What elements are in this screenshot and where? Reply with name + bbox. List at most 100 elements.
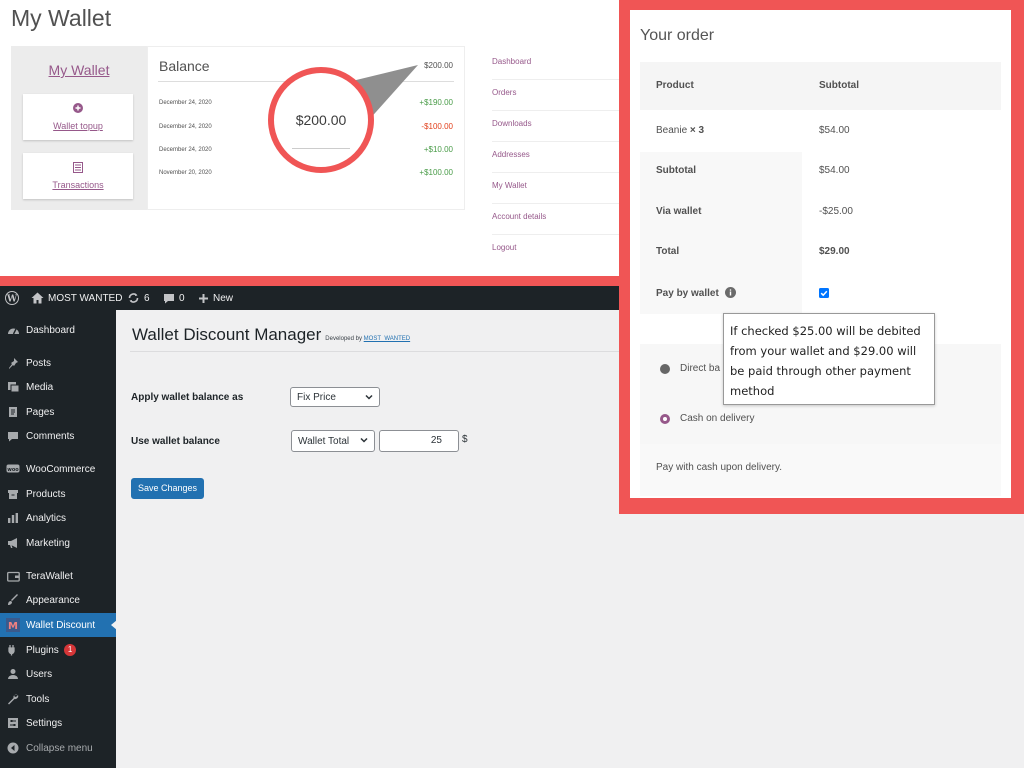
m-logo-icon: M <box>6 618 20 632</box>
menu-comments[interactable]: Comments <box>0 424 116 448</box>
menu-label: Marketing <box>26 537 70 549</box>
pay-by-wallet-row: Pay by wallet <box>640 274 1001 314</box>
home-icon <box>31 292 44 304</box>
menu-wallet-discount[interactable]: M Wallet Discount <box>0 613 117 637</box>
pay-by-wallet-checkbox[interactable] <box>819 288 829 298</box>
menu-marketing[interactable]: Marketing <box>0 531 116 555</box>
apply-balance-label: Apply wallet balance as <box>131 392 244 403</box>
nav-label: Orders <box>492 88 517 97</box>
direct-bank-label[interactable]: Direct ba <box>680 363 720 374</box>
order-item-label: Beanie × 3 <box>656 125 704 136</box>
via-wallet-value: -$25.00 <box>819 206 853 217</box>
admin-menu: Dashboard Posts Media Pages Comments woo… <box>0 310 117 768</box>
menu-label: Tools <box>26 693 50 705</box>
menu-analytics[interactable]: Analytics <box>0 506 116 530</box>
menu-label: Media <box>26 381 54 393</box>
nav-logout[interactable]: Logout <box>492 234 620 265</box>
menu-pages[interactable]: Pages <box>0 400 116 424</box>
use-balance-label: Use wallet balance <box>131 436 220 447</box>
use-balance-value: Wallet Total <box>298 435 350 447</box>
analytics-icon <box>6 511 20 525</box>
svg-text:woo: woo <box>7 467 19 473</box>
updates-link[interactable]: 6 <box>127 286 150 310</box>
menu-plugins[interactable]: Plugins 1 <box>0 638 116 662</box>
svg-text:W: W <box>6 295 18 305</box>
settings-page-title: Wallet Discount Manager Developed by MOST… <box>132 325 410 345</box>
site-name-link[interactable]: MOST WANTED <box>31 286 122 310</box>
wallet-tooltip: If checked $25.00 will be debited from y… <box>723 313 935 405</box>
nav-addresses[interactable]: Addresses <box>492 141 620 173</box>
nav-dashboard[interactable]: Dashboard <box>492 48 620 80</box>
your-order-panel: Your order Product Subtotal Beanie × 3 $… <box>630 10 1011 498</box>
dashboard-icon <box>6 323 20 337</box>
pay-by-wallet-label: Pay by wallet <box>656 287 736 299</box>
menu-terawallet[interactable]: TeraWallet <box>0 564 116 588</box>
menu-appearance[interactable]: Appearance <box>0 588 116 612</box>
menu-collapse[interactable]: Collapse menu <box>0 736 116 760</box>
menu-settings[interactable]: Settings <box>0 711 116 735</box>
menu-woocommerce[interactable]: woo WooCommerce <box>0 457 116 481</box>
menu-media[interactable]: Media <box>0 375 116 399</box>
collapse-icon <box>6 741 20 755</box>
menu-products[interactable]: Products <box>0 482 116 506</box>
apply-balance-value: Fix Price <box>297 391 336 403</box>
subtotal-value: $54.00 <box>819 165 850 176</box>
nav-label: My Wallet <box>492 181 527 190</box>
nav-orders[interactable]: Orders <box>492 79 620 111</box>
cod-radio[interactable] <box>660 414 670 424</box>
menu-dashboard[interactable]: Dashboard <box>0 318 116 342</box>
use-balance-select[interactable]: Wallet Total <box>291 430 375 452</box>
order-item-row: Beanie × 3 $54.00 <box>640 112 1001 152</box>
nav-downloads[interactable]: Downloads <box>492 110 620 142</box>
plus-icon <box>198 293 209 304</box>
comments-count: 0 <box>179 292 185 304</box>
subtotal-row: Subtotal $54.00 <box>640 152 1001 192</box>
divider <box>292 148 350 149</box>
menu-users[interactable]: Users <box>0 662 116 686</box>
menu-label: Users <box>26 668 53 680</box>
woo-icon: woo <box>6 462 20 476</box>
nav-my-wallet[interactable]: My Wallet <box>492 172 620 204</box>
total-label: Total <box>656 246 680 257</box>
order-table-header: Product Subtotal <box>640 62 1001 110</box>
nav-account-details[interactable]: Account details <box>492 203 620 235</box>
info-icon[interactable] <box>724 287 736 298</box>
menu-tools[interactable]: Tools <box>0 687 116 711</box>
new-content-link[interactable]: New <box>198 286 233 310</box>
highlight-frame <box>0 276 624 286</box>
apply-balance-select[interactable]: Fix Price <box>290 387 380 407</box>
nav-label: Dashboard <box>492 57 532 66</box>
pay-by-wallet-text: Pay by wallet <box>656 288 719 299</box>
direct-bank-radio[interactable] <box>660 364 670 374</box>
subtotal-label: Subtotal <box>656 165 696 176</box>
developer-credit: Developed by MOST_WANTED <box>325 336 410 342</box>
menu-label: WooCommerce <box>26 463 96 475</box>
nav-label: Addresses <box>492 150 530 159</box>
nav-label: Logout <box>492 243 517 252</box>
menu-label: Wallet Discount <box>26 619 96 631</box>
save-changes-button[interactable]: Save Changes <box>131 478 204 499</box>
svg-text:M: M <box>8 621 18 632</box>
cod-label[interactable]: Cash on delivery <box>680 413 754 424</box>
users-icon <box>6 667 20 681</box>
updates-count: 6 <box>144 292 150 304</box>
comments-link[interactable]: 0 <box>163 286 185 310</box>
cod-description: Pay with cash upon delivery. <box>656 462 782 473</box>
wordpress-logo-icon[interactable]: W <box>5 286 19 310</box>
plugin-update-badge: 1 <box>63 644 77 656</box>
divider <box>130 351 620 352</box>
products-icon <box>6 487 20 501</box>
comment-bubble-icon <box>163 293 175 304</box>
my-wallet-panel: My Wallet My Wallet Wallet topup Transac… <box>0 0 624 276</box>
menu-label: Plugins <box>26 644 59 656</box>
menu-label: Posts <box>26 357 52 369</box>
menu-label: Collapse menu <box>26 742 93 754</box>
site-name: MOST WANTED <box>48 292 123 304</box>
menu-label: Pages <box>26 406 55 418</box>
chevron-down-icon <box>364 392 374 402</box>
developer-link[interactable]: MOST_WANTED <box>364 336 410 342</box>
menu-posts[interactable]: Posts <box>0 351 116 375</box>
menu-label: Products <box>26 488 66 500</box>
wallet-amount-input[interactable]: 25 <box>379 430 459 452</box>
new-label: New <box>213 292 234 304</box>
